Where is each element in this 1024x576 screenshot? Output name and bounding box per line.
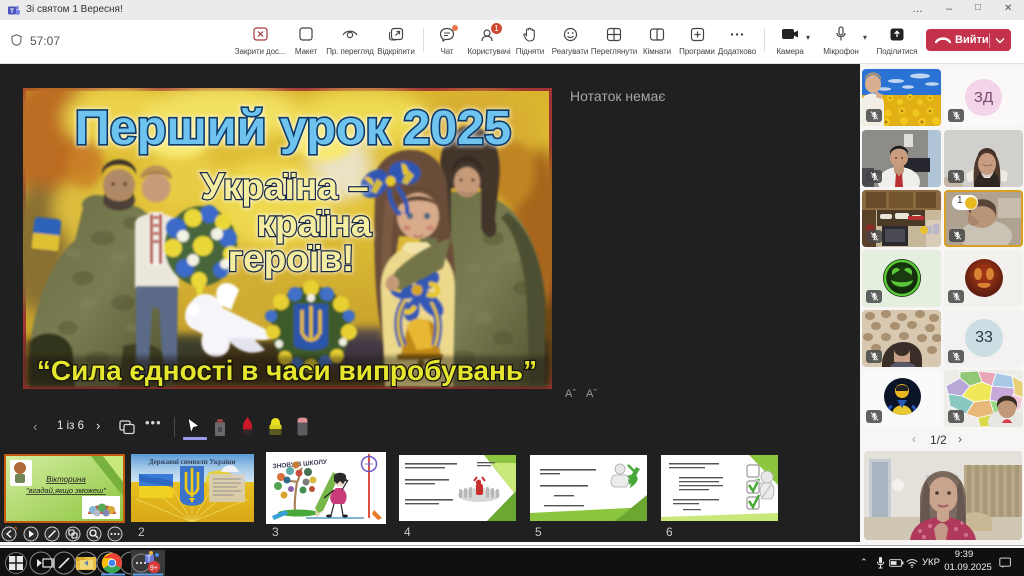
svg-text:героїв!: героїв! — [228, 238, 355, 279]
svg-text:Державні символи України: Державні символи України — [149, 458, 236, 466]
svg-text:"вгадай,якщо зможеш": "вгадай,якщо зможеш" — [26, 486, 106, 495]
svg-text:Перший урок 2025: Перший урок 2025 — [75, 101, 511, 155]
svg-text:“Сила єдності в часи випробува: “Сила єдності в часи випробувань” — [37, 355, 537, 386]
svg-text:Вікторина: Вікторина — [46, 475, 86, 484]
svg-text:T: T — [10, 8, 14, 15]
svg-text:9+: 9+ — [150, 565, 158, 572]
svg-text:Україна –: Україна – — [201, 166, 369, 207]
